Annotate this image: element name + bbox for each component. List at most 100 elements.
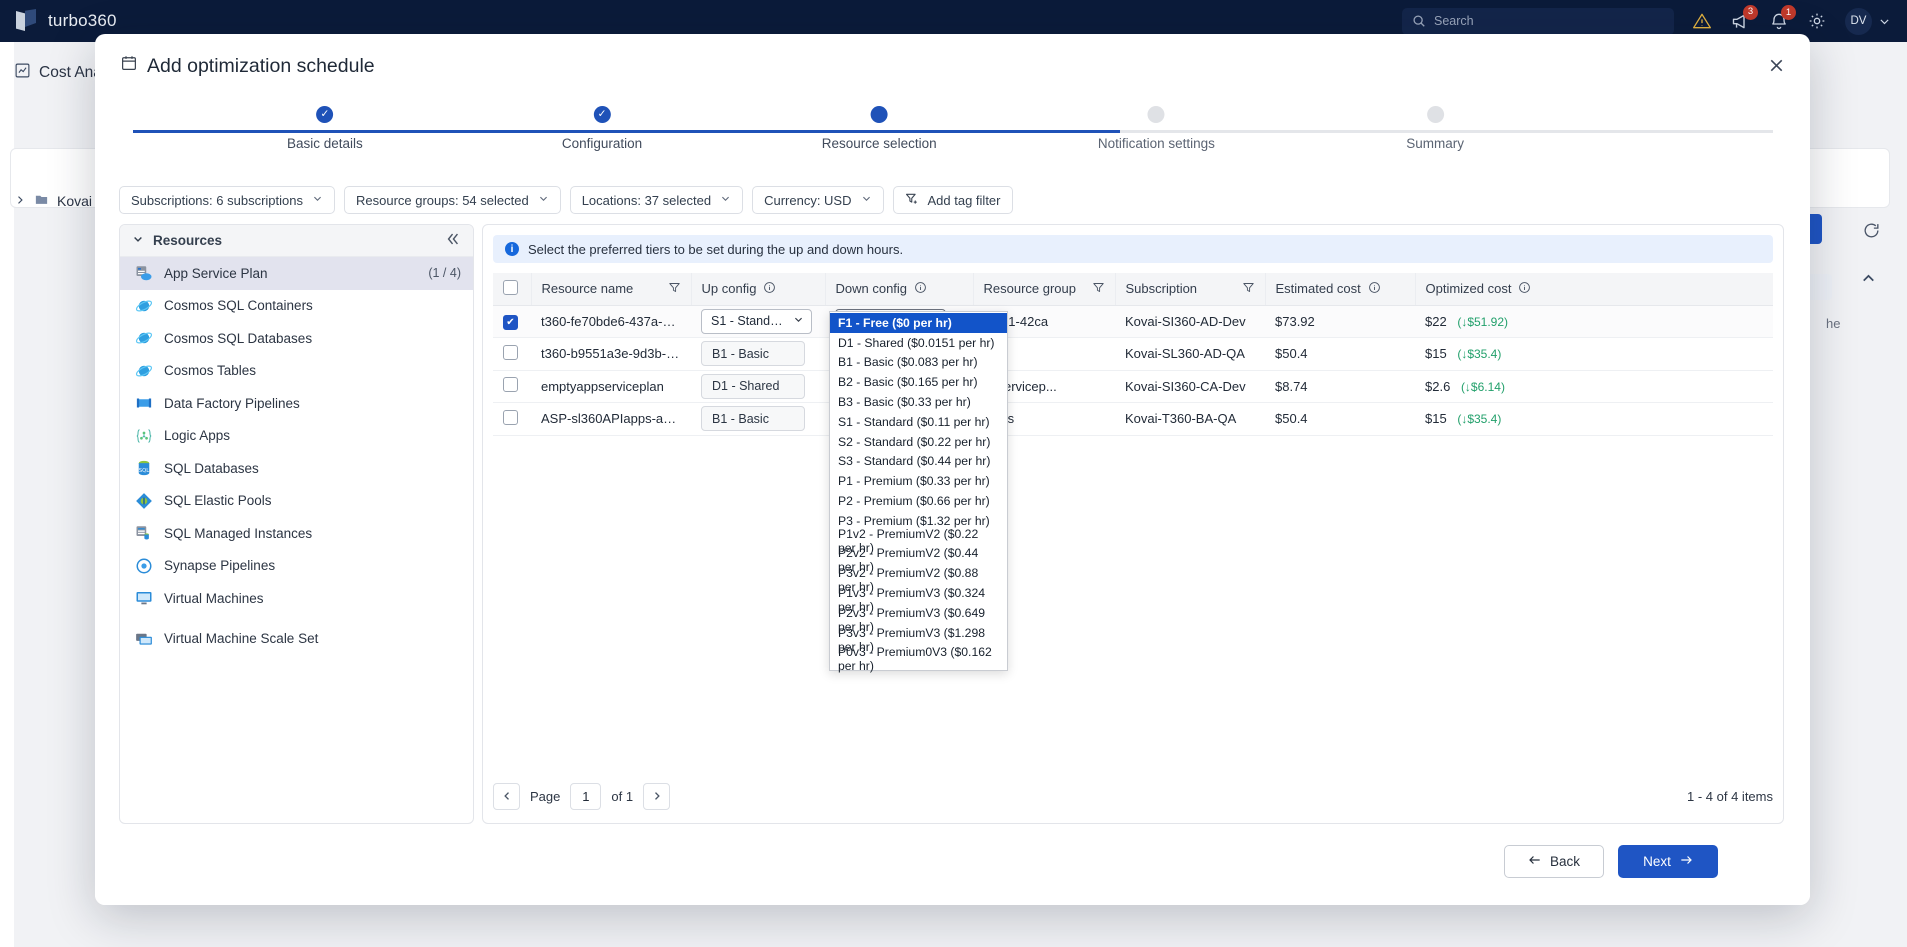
sidebar-item-sql-elastic-pools[interactable]: SQL Elastic Pools xyxy=(120,485,473,518)
table-row[interactable]: ASP-sl360APIapps-a387 B1 - Basic iapps K… xyxy=(493,402,1773,436)
cell-up-config[interactable]: S1 - Standard... xyxy=(691,305,825,338)
select-all-checkbox[interactable] xyxy=(503,279,518,295)
dropdown-option[interactable]: B2 - Basic ($0.165 per hr) xyxy=(830,372,1007,392)
sidebar-item-label: SQL Managed Instances xyxy=(164,525,313,541)
row-checkbox[interactable] xyxy=(503,344,518,360)
prev-page-button[interactable] xyxy=(493,782,520,810)
filter-locations[interactable]: Locations: 37 selected xyxy=(569,186,744,214)
up-config-value-box: B1 - Basic xyxy=(701,341,805,367)
column-estimated-cost[interactable]: Estimated cost xyxy=(1265,273,1416,306)
refresh-icon[interactable] xyxy=(1855,214,1887,246)
select-all-header[interactable] xyxy=(493,273,532,306)
step-basic-details[interactable]: ✓ Basic details xyxy=(287,106,363,151)
up-config-select[interactable]: S1 - Standard... xyxy=(701,308,812,334)
sidebar-item-sql-databases[interactable]: SQL SQL Databases xyxy=(120,452,473,485)
cell-up-config[interactable]: B1 - Basic xyxy=(691,337,825,371)
sidebar-item-sql-managed-instances[interactable]: SQL Managed Instances xyxy=(120,517,473,550)
step-configuration[interactable]: ✓ Configuration xyxy=(562,106,642,151)
row-checkbox[interactable]: ✔ xyxy=(503,314,518,330)
table-row[interactable]: emptyappserviceplan D1 - Shared ppservic… xyxy=(493,370,1773,403)
sidebar-item-virtual-machines[interactable]: Virtual Machines xyxy=(120,582,473,615)
cell-up-config[interactable]: D1 - Shared xyxy=(691,370,825,403)
filter-currency[interactable]: Currency: USD xyxy=(752,186,884,214)
dropdown-option[interactable]: P2 - Premium ($0.66 per hr) xyxy=(830,491,1007,511)
filter-resource-groups[interactable]: Resource groups: 54 selected xyxy=(343,186,561,214)
column-down-config[interactable]: Down config xyxy=(825,273,974,306)
next-page-button[interactable] xyxy=(643,782,671,810)
info-icon[interactable] xyxy=(914,281,927,297)
cell-up-config[interactable]: B1 - Basic xyxy=(691,402,825,436)
sidebar-item-label: Logic Apps xyxy=(164,428,231,444)
user-menu[interactable]: DV xyxy=(1845,7,1891,35)
gear-icon[interactable] xyxy=(1807,11,1827,31)
next-button[interactable]: Next xyxy=(1618,845,1718,878)
collapse-left-icon[interactable] xyxy=(445,231,461,250)
step-notification-settings[interactable]: Notification settings xyxy=(1098,106,1215,151)
column-resource-group[interactable]: Resource group xyxy=(973,273,1116,306)
column-optimized-cost[interactable]: Optimized cost xyxy=(1415,273,1773,306)
dropdown-option[interactable]: B1 - Basic ($0.083 per hr) xyxy=(830,353,1007,373)
row-checkbox[interactable] xyxy=(503,377,518,393)
page-number-input[interactable]: 1 xyxy=(570,782,602,810)
back-button-label: Back xyxy=(1549,854,1580,869)
cell-optimized-cost: $22 (↓$51.92) xyxy=(1415,305,1773,338)
table-row[interactable]: ✔ t360-fe70bde6-437a-4f... S1 - Standard… xyxy=(493,305,1773,338)
warning-triangle-icon[interactable] xyxy=(1692,11,1712,31)
sidebar-item-logic-apps[interactable]: Logic Apps xyxy=(120,420,473,453)
sidebar-item-synapse-pipelines[interactable]: Synapse Pipelines xyxy=(120,550,473,583)
dropdown-option[interactable]: B3 - Basic ($0.33 per hr) xyxy=(830,392,1007,412)
column-label: Resource name xyxy=(541,281,634,297)
filter-label: Subscriptions: 6 subscriptions xyxy=(131,192,303,208)
info-icon[interactable] xyxy=(1518,281,1531,297)
up-config-value: S1 - Standard... xyxy=(711,314,787,329)
filter-icon[interactable] xyxy=(1092,281,1105,297)
cell-estimated-cost: $50.4 xyxy=(1265,337,1415,371)
info-icon[interactable] xyxy=(763,281,776,297)
resources-panel-header: Resources xyxy=(120,225,473,257)
info-icon[interactable] xyxy=(1368,281,1381,297)
search-input[interactable]: Search xyxy=(1402,7,1674,35)
filter-icon[interactable] xyxy=(668,281,681,297)
column-subscription[interactable]: Subscription xyxy=(1115,273,1266,306)
down-config-dropdown[interactable]: F1 - Free ($0 per hr) D1 - Shared ($0.01… xyxy=(829,311,1008,673)
sidebar-item-cosmos-tables[interactable]: Cosmos Tables xyxy=(120,355,473,388)
dropdown-option[interactable]: P0v3 - Premium0V3 ($0.162 per hr) xyxy=(830,645,1007,673)
step-summary[interactable]: Summary xyxy=(1406,106,1464,151)
back-button[interactable]: Back xyxy=(1504,845,1604,878)
chevron-up-icon[interactable] xyxy=(1860,270,1877,292)
brand[interactable]: turbo360 xyxy=(0,9,117,33)
step-label: Notification settings xyxy=(1097,136,1215,151)
cell-subscription: Kovai-SI360-CA-Dev xyxy=(1115,370,1265,403)
dropdown-option[interactable]: S1 - Standard ($0.11 per hr) xyxy=(830,412,1007,432)
filter-icon[interactable] xyxy=(1242,281,1255,297)
sidebar-item-app-service-plan[interactable]: App Service Plan (1 / 4) xyxy=(120,257,473,290)
dropdown-option[interactable]: S3 - Standard ($0.44 per hr) xyxy=(830,452,1007,472)
sidebar-item-virtual-machine-scale-set[interactable]: Virtual Machine Scale Set xyxy=(120,623,473,656)
sidebar-item-data-factory-pipelines[interactable]: Data Factory Pipelines xyxy=(120,387,473,420)
column-up-config[interactable]: Up config xyxy=(691,273,826,306)
announcement-icon[interactable]: 3 xyxy=(1730,4,1758,32)
dropdown-option[interactable]: S2 - Standard ($0.22 per hr) xyxy=(830,432,1007,452)
row-checkbox[interactable] xyxy=(503,409,518,425)
bell-icon[interactable]: 1 xyxy=(1769,5,1796,31)
synapse-icon xyxy=(134,556,153,575)
dropdown-option[interactable]: P1 - Premium ($0.33 per hr) xyxy=(830,471,1007,491)
column-resource-name[interactable]: Resource name xyxy=(531,273,692,306)
tree-item-kovai[interactable]: Kovai xyxy=(14,192,92,210)
row-select-cell[interactable] xyxy=(493,402,531,436)
dropdown-option[interactable]: F1 - Free ($0 per hr) xyxy=(830,313,1007,333)
close-icon[interactable] xyxy=(1762,51,1790,79)
sidebar-item-cosmos-sql-databases[interactable]: Cosmos SQL Databases xyxy=(120,322,473,355)
add-tag-filter-button[interactable]: Add tag filter xyxy=(892,186,1013,214)
table-row[interactable]: t360-b9551a3e-9d3b-4... B1 - Basic a Kov… xyxy=(493,337,1773,371)
resources-header-left[interactable]: Resources xyxy=(132,233,222,248)
step-resource-selection[interactable]: Resource selection xyxy=(822,106,937,151)
filter-subscriptions[interactable]: Subscriptions: 6 subscriptions xyxy=(119,186,335,214)
cell-resource-name: ASP-sl360APIapps-a387 xyxy=(531,402,691,436)
row-select-cell[interactable] xyxy=(493,337,531,371)
turbo360-logo-icon xyxy=(16,9,38,33)
sidebar-item-cosmos-sql-containers[interactable]: Cosmos SQL Containers xyxy=(120,290,473,323)
row-select-cell[interactable]: ✔ xyxy=(493,305,531,338)
dropdown-option[interactable]: D1 - Shared ($0.0151 per hr) xyxy=(830,333,1007,353)
row-select-cell[interactable] xyxy=(493,370,531,403)
